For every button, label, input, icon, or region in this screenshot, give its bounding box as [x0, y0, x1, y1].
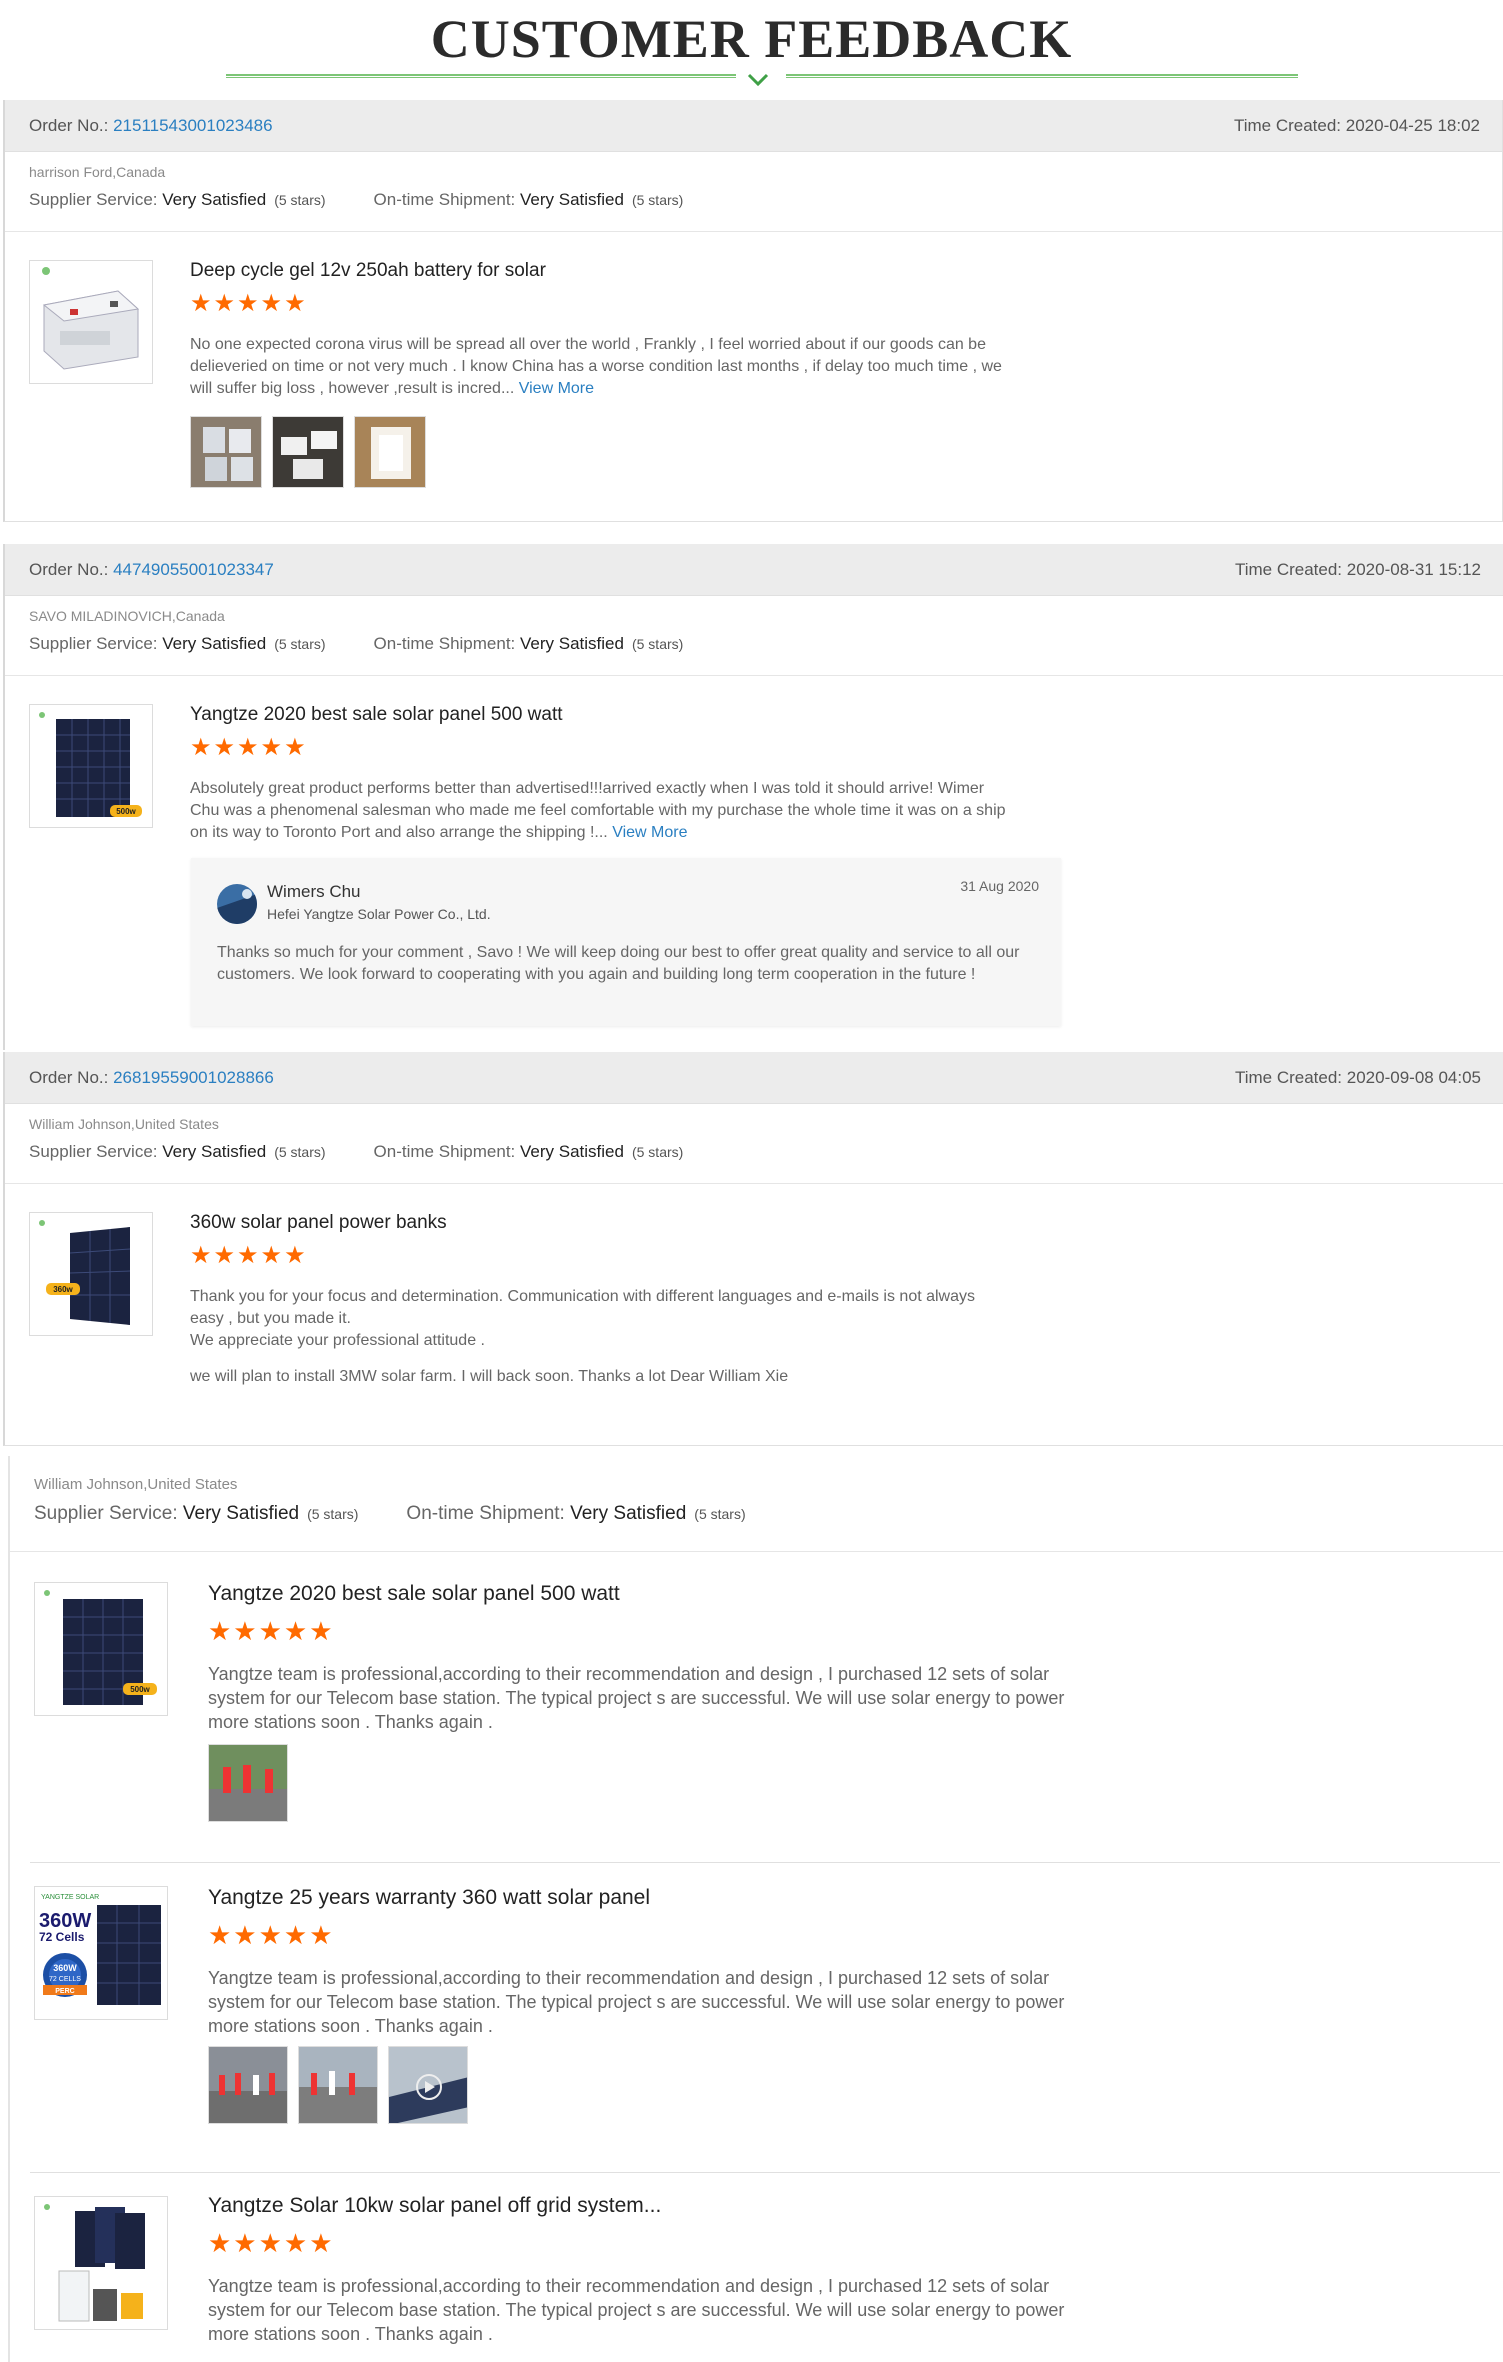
- ratings-row: Supplier Service: Very Satisfied (5 stars…: [29, 1142, 1479, 1162]
- battery-packed-photo[interactable]: [354, 416, 426, 488]
- product-review: 500w Yangtze 2020 best sale solar panel …: [5, 676, 1503, 1050]
- star-rating: ★★★★★: [208, 2228, 335, 2258]
- view-more-link[interactable]: View More: [612, 824, 687, 841]
- time-created: Time Created: 2020-04-25 18:02: [1233, 115, 1480, 135]
- watt-label: 500w: [116, 807, 136, 816]
- ratings-row: Supplier Service: Very Satisfied (5 stars…: [29, 190, 1478, 210]
- reply-text: Thanks so much for your comment , Savo !…: [217, 944, 1020, 983]
- boxes-photo[interactable]: [190, 416, 262, 488]
- solar-panel-product-image[interactable]: 360w: [29, 1212, 153, 1336]
- review-text: Yangtze team is professional,according t…: [208, 1968, 1065, 2036]
- time-created: Time Created: 2020-08-31 15:12: [1234, 559, 1481, 579]
- supplier-reply: Wimers Chu Hefei Yangtze Solar Power Co.…: [191, 858, 1061, 1026]
- watt-label: 360w: [53, 1285, 73, 1294]
- order-number: Order No.: 21511543001023486: [29, 115, 273, 135]
- review-order-2: Order No.: 44749055001023347 Time Create…: [3, 544, 1503, 1050]
- order-number-link[interactable]: 26819559001028866: [113, 1068, 274, 1087]
- buyer-name: harrison Ford,Canada: [29, 164, 166, 180]
- review-order-3: Order No.: 26819559001028866 Time Create…: [3, 1052, 1503, 1446]
- ratings-row: Supplier Service: Very Satisfied (5 stars…: [29, 634, 1479, 654]
- reply-author: Wimers Chu: [267, 882, 361, 901]
- installation-photo[interactable]: [298, 2046, 378, 2124]
- review-order-1: Order No.: 21511543001023486 Time Create…: [3, 100, 1503, 522]
- buyer-name: William Johnson,United States: [29, 1116, 219, 1132]
- order-bar: Order No.: 44749055001023347 Time Create…: [5, 544, 1503, 596]
- supplier-service-rating: Supplier Service: Very Satisfied (5 stars…: [34, 1503, 359, 1524]
- product-name[interactable]: 360w solar panel power banks: [190, 1212, 447, 1234]
- review-text: No one expected corona virus will be spr…: [190, 336, 1002, 397]
- star-rating: ★★★★★: [190, 1242, 308, 1269]
- buyer-name: William Johnson,United States: [34, 1476, 238, 1493]
- installation-photo[interactable]: [208, 2046, 288, 2124]
- review-text: Thank you for your focus and determinati…: [190, 1288, 976, 1385]
- review-text: Yangtze team is professional,according t…: [208, 1664, 1065, 1732]
- review-photos: [208, 2046, 468, 2124]
- svg-text:360W: 360W: [53, 1963, 77, 1973]
- order-number-link[interactable]: 44749055001023347: [113, 560, 274, 579]
- reply-company: Hefei Yangtze Solar Power Co., Ltd.: [267, 906, 491, 922]
- order-bar: Order No.: 26819559001028866 Time Create…: [5, 1052, 1503, 1104]
- shipment-rating: On-time Shipment: Very Satisfied (5 stars…: [373, 634, 684, 653]
- review-block-4: William Johnson,United States Supplier S…: [8, 1456, 1503, 2362]
- watt-label: 500w: [130, 1685, 150, 1694]
- svg-text:72 Cells: 72 Cells: [39, 1930, 85, 1944]
- review-text: Absolutely great product performs better…: [190, 780, 1006, 841]
- order-bar: Order No.: 21511543001023486 Time Create…: [5, 100, 1502, 152]
- solar-panel-360w-image[interactable]: YANGTZE SOLAR 360W 72 Cells 360W 72 CELL…: [34, 1886, 168, 2020]
- shipment-rating: On-time Shipment: Very Satisfied (5 stars…: [373, 1142, 684, 1161]
- off-grid-system-image[interactable]: [34, 2196, 168, 2330]
- shipment-rating: On-time Shipment: Very Satisfied (5 stars…: [406, 1503, 746, 1524]
- brand-text: YANGTZE SOLAR: [41, 1894, 99, 1901]
- product-name[interactable]: Yangtze 2020 best sale solar panel 500 w…: [208, 1582, 620, 1606]
- title-rule-left: [226, 74, 736, 78]
- svg-text:72 CELLS: 72 CELLS: [49, 1976, 81, 1983]
- ratings-row: Supplier Service: Very Satisfied (5 stars…: [34, 1503, 1479, 1525]
- page-header: CUSTOMER FEEDBACK: [0, 0, 1503, 96]
- battery-product-image[interactable]: [29, 260, 153, 384]
- product-review: Deep cycle gel 12v 250ah battery for sol…: [5, 232, 1502, 512]
- buyer-meta: SAVO MILADINOVICH,Canada Supplier Servic…: [5, 596, 1503, 676]
- view-more-link[interactable]: View More: [519, 380, 594, 397]
- review-photos: [190, 416, 426, 488]
- buyer-meta: harrison Ford,Canada Supplier Service: V…: [5, 152, 1502, 232]
- chevron-down-icon: [747, 73, 769, 87]
- time-created: Time Created: 2020-09-08 04:05: [1234, 1067, 1481, 1087]
- star-rating: ★★★★★: [190, 734, 308, 761]
- order-number-link[interactable]: 21511543001023486: [113, 116, 272, 135]
- review-photos: [208, 1744, 288, 1822]
- product-review: 360w 360w solar panel power banks ★★★★★ …: [5, 1184, 1503, 1446]
- solar-array-photo[interactable]: [388, 2046, 468, 2124]
- buyer-name: SAVO MILADINOVICH,Canada: [29, 608, 225, 624]
- product-name[interactable]: Deep cycle gel 12v 250ah battery for sol…: [190, 260, 546, 282]
- buyer-meta: William Johnson,United States Supplier S…: [10, 1456, 1503, 1552]
- svg-text:360W: 360W: [39, 1910, 91, 1932]
- title-rule-right: [786, 74, 1298, 78]
- solar-panel-product-image[interactable]: 500w: [34, 1582, 168, 1716]
- product-name[interactable]: Yangtze Solar 10kw solar panel off grid …: [208, 2194, 661, 2218]
- supplier-service-rating: Supplier Service: Very Satisfied (5 stars…: [29, 190, 326, 209]
- battery-photo[interactable]: [272, 416, 344, 488]
- product-review: YANGTZE SOLAR 360W 72 Cells 360W 72 CELL…: [10, 1862, 1503, 2172]
- star-rating: ★★★★★: [208, 1616, 335, 1646]
- product-name[interactable]: Yangtze 25 years warranty 360 watt solar…: [208, 1886, 650, 1910]
- order-number: Order No.: 44749055001023347: [29, 559, 274, 579]
- order-number: Order No.: 26819559001028866: [29, 1067, 274, 1087]
- product-review: 500w Yangtze 2020 best sale solar panel …: [10, 1552, 1503, 1862]
- star-rating: ★★★★★: [208, 1920, 335, 1950]
- shipment-rating: On-time Shipment: Very Satisfied (5 stars…: [373, 190, 684, 209]
- supplier-service-rating: Supplier Service: Very Satisfied (5 stars…: [29, 634, 326, 653]
- product-name[interactable]: Yangtze 2020 best sale solar panel 500 w…: [190, 704, 563, 726]
- review-text: Yangtze team is professional,according t…: [208, 2276, 1065, 2344]
- product-review: Yangtze Solar 10kw solar panel off grid …: [10, 2172, 1503, 2362]
- installation-photo[interactable]: [208, 1744, 288, 1822]
- svg-text:PERC: PERC: [55, 1988, 74, 1995]
- page-title: CUSTOMER FEEDBACK: [430, 9, 1073, 69]
- solar-panel-product-image[interactable]: 500w: [29, 704, 153, 828]
- reply-date: 31 Aug 2020: [960, 878, 1039, 894]
- star-rating: ★★★★★: [190, 290, 308, 317]
- buyer-meta: William Johnson,United States Supplier S…: [5, 1104, 1503, 1184]
- avatar: [217, 884, 257, 924]
- supplier-service-rating: Supplier Service: Very Satisfied (5 stars…: [29, 1142, 326, 1161]
